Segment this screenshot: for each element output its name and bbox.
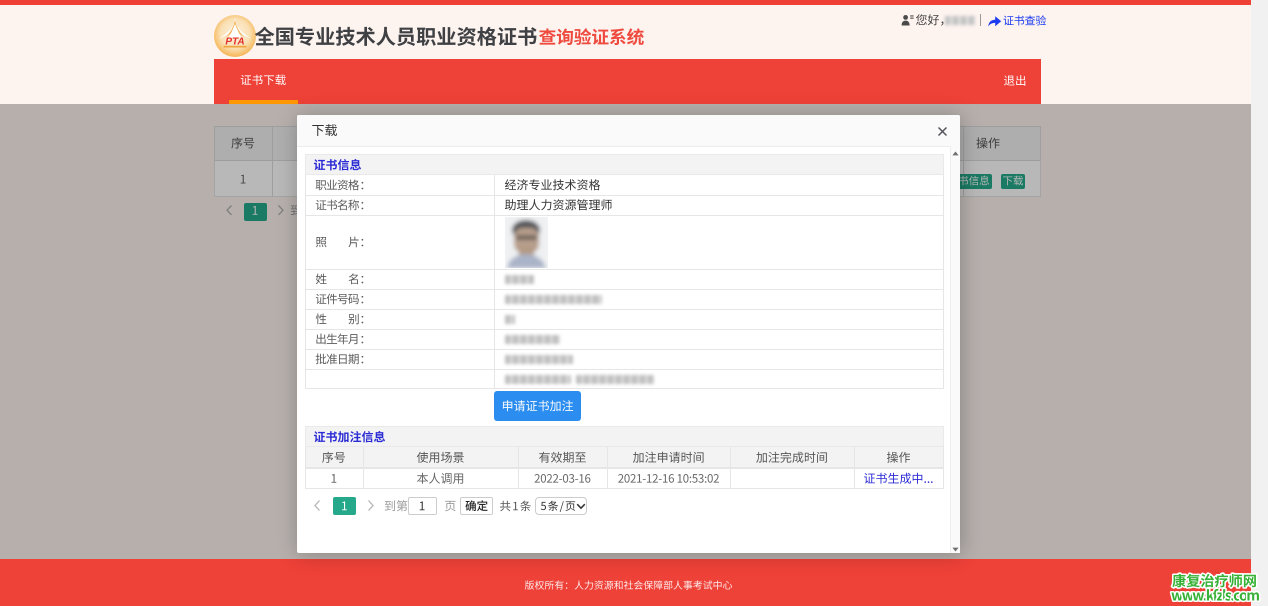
svg-text:PTA: PTA	[225, 36, 244, 47]
